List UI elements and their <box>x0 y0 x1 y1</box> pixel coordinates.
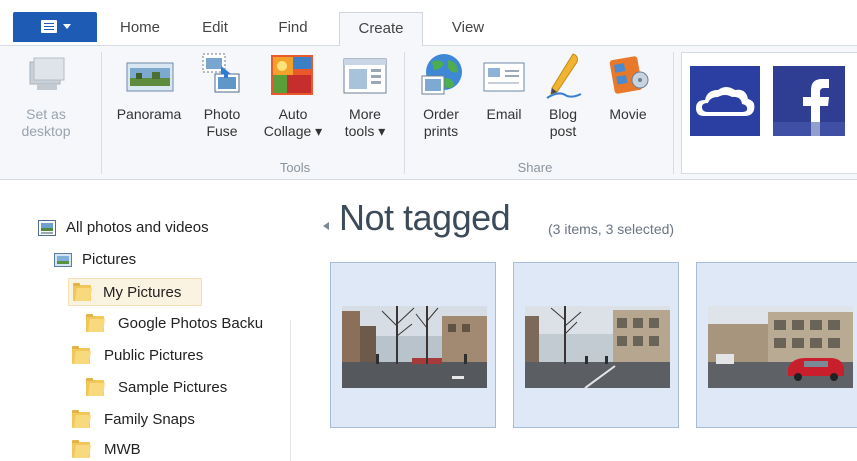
folder-icon <box>86 314 104 332</box>
auto-collage-label: Auto Collage ▾ <box>263 106 323 139</box>
globe-icon <box>421 54 462 95</box>
folder-icon <box>72 410 90 428</box>
tab-create[interactable]: Create <box>339 12 423 47</box>
facebook-button[interactable] <box>773 66 845 136</box>
photo-fuse-icon <box>202 53 240 93</box>
email-icon <box>483 62 525 92</box>
share-services-gallery <box>681 52 857 174</box>
collapse-arrow-icon[interactable] <box>323 222 329 230</box>
photos-library-icon <box>38 220 56 236</box>
share-group-label: Share <box>517 160 553 175</box>
facebook-icon <box>773 79 845 136</box>
order-prints-button[interactable]: Order prints <box>410 46 472 156</box>
cloud-icon <box>696 87 755 116</box>
more-tools-label: More tools ▾ <box>344 106 386 139</box>
file-menu-button[interactable] <box>13 12 97 42</box>
blog-post-button[interactable]: Blog post <box>537 46 589 156</box>
photo-image <box>525 306 670 388</box>
chevron-down-icon <box>63 24 71 29</box>
folder-icon <box>72 346 90 364</box>
auto-collage-icon <box>271 55 313 95</box>
tree-item-label: All photos and videos <box>66 219 209 236</box>
blog-post-label: Blog post <box>548 106 578 139</box>
tree-item-family-snaps[interactable]: Family Snaps <box>72 406 272 434</box>
movie-label: Movie <box>609 106 647 122</box>
photo-image <box>342 306 487 388</box>
onedrive-button[interactable] <box>690 66 760 136</box>
film-reel-icon <box>609 56 649 94</box>
order-prints-label: Order prints <box>423 106 459 139</box>
pictures-library-icon <box>54 253 72 267</box>
photo-image <box>708 306 853 388</box>
tab-home[interactable]: Home <box>104 12 176 46</box>
tree-item-mwb[interactable]: MWB <box>72 436 272 461</box>
movie-button[interactable]: Movie <box>598 46 658 156</box>
more-tools-icon <box>343 58 387 94</box>
group-item-count: (3 items, 3 selected) <box>548 221 675 237</box>
group-separator <box>101 52 102 174</box>
tree-item-public-pictures[interactable]: Public Pictures <box>72 342 272 370</box>
ribbon-create-panel: Set as desktop Panorama Photo Fuse Auto … <box>0 46 857 180</box>
tools-group-label: Tools <box>279 160 311 175</box>
tree-item-label: MWB <box>104 441 141 458</box>
auto-collage-button[interactable]: Auto Collage ▾ <box>254 46 332 156</box>
navigation-pane-border <box>290 320 291 461</box>
panorama-icon <box>126 62 174 92</box>
photo-fuse-button[interactable]: Photo Fuse <box>193 46 251 156</box>
folder-icon <box>72 440 90 458</box>
tree-item-label: Google Photos Backu <box>118 315 264 332</box>
tab-view[interactable]: View <box>433 12 503 46</box>
tree-item-label: Sample Pictures <box>118 379 228 396</box>
tree-item-all-photos[interactable]: All photos and videos <box>38 214 292 242</box>
panorama-button[interactable]: Panorama <box>108 46 190 156</box>
tree-item-sample-pictures[interactable]: Sample Pictures <box>86 374 286 402</box>
photo-thumbnail[interactable] <box>696 262 857 428</box>
group-separator <box>404 52 405 174</box>
group-title[interactable]: Not tagged <box>339 197 511 239</box>
tab-edit[interactable]: Edit <box>186 12 244 46</box>
tree-item-my-pictures[interactable]: My Pictures <box>68 278 202 306</box>
desktop-icon <box>29 57 65 90</box>
photo-thumbnail[interactable] <box>513 262 679 428</box>
panorama-label: Panorama <box>116 106 182 122</box>
tab-find[interactable]: Find <box>262 12 324 46</box>
set-as-desktop-label: Set as desktop <box>21 106 71 139</box>
tree-item-label: Pictures <box>82 251 137 268</box>
tree-item-pictures[interactable]: Pictures <box>54 246 292 274</box>
email-button[interactable]: Email <box>476 46 532 156</box>
folder-icon <box>86 378 104 396</box>
tree-item-google-photos-backup[interactable]: Google Photos Backu <box>86 310 292 338</box>
tree-item-label: Public Pictures <box>104 347 204 364</box>
photo-thumbnail[interactable] <box>330 262 496 428</box>
document-icon <box>41 20 57 33</box>
tree-item-label: Family Snaps <box>104 411 195 428</box>
pen-icon <box>546 53 582 99</box>
more-tools-button[interactable]: More tools ▾ <box>333 46 397 156</box>
photo-fuse-label: Photo Fuse <box>203 106 241 139</box>
group-separator <box>673 52 674 174</box>
set-as-desktop-button[interactable]: Set as desktop <box>14 46 78 156</box>
folder-icon <box>73 283 91 301</box>
tree-item-label: My Pictures <box>103 284 182 301</box>
ribbon-tab-bar: Home Edit Find Create View <box>0 0 857 47</box>
email-label: Email <box>486 106 522 122</box>
